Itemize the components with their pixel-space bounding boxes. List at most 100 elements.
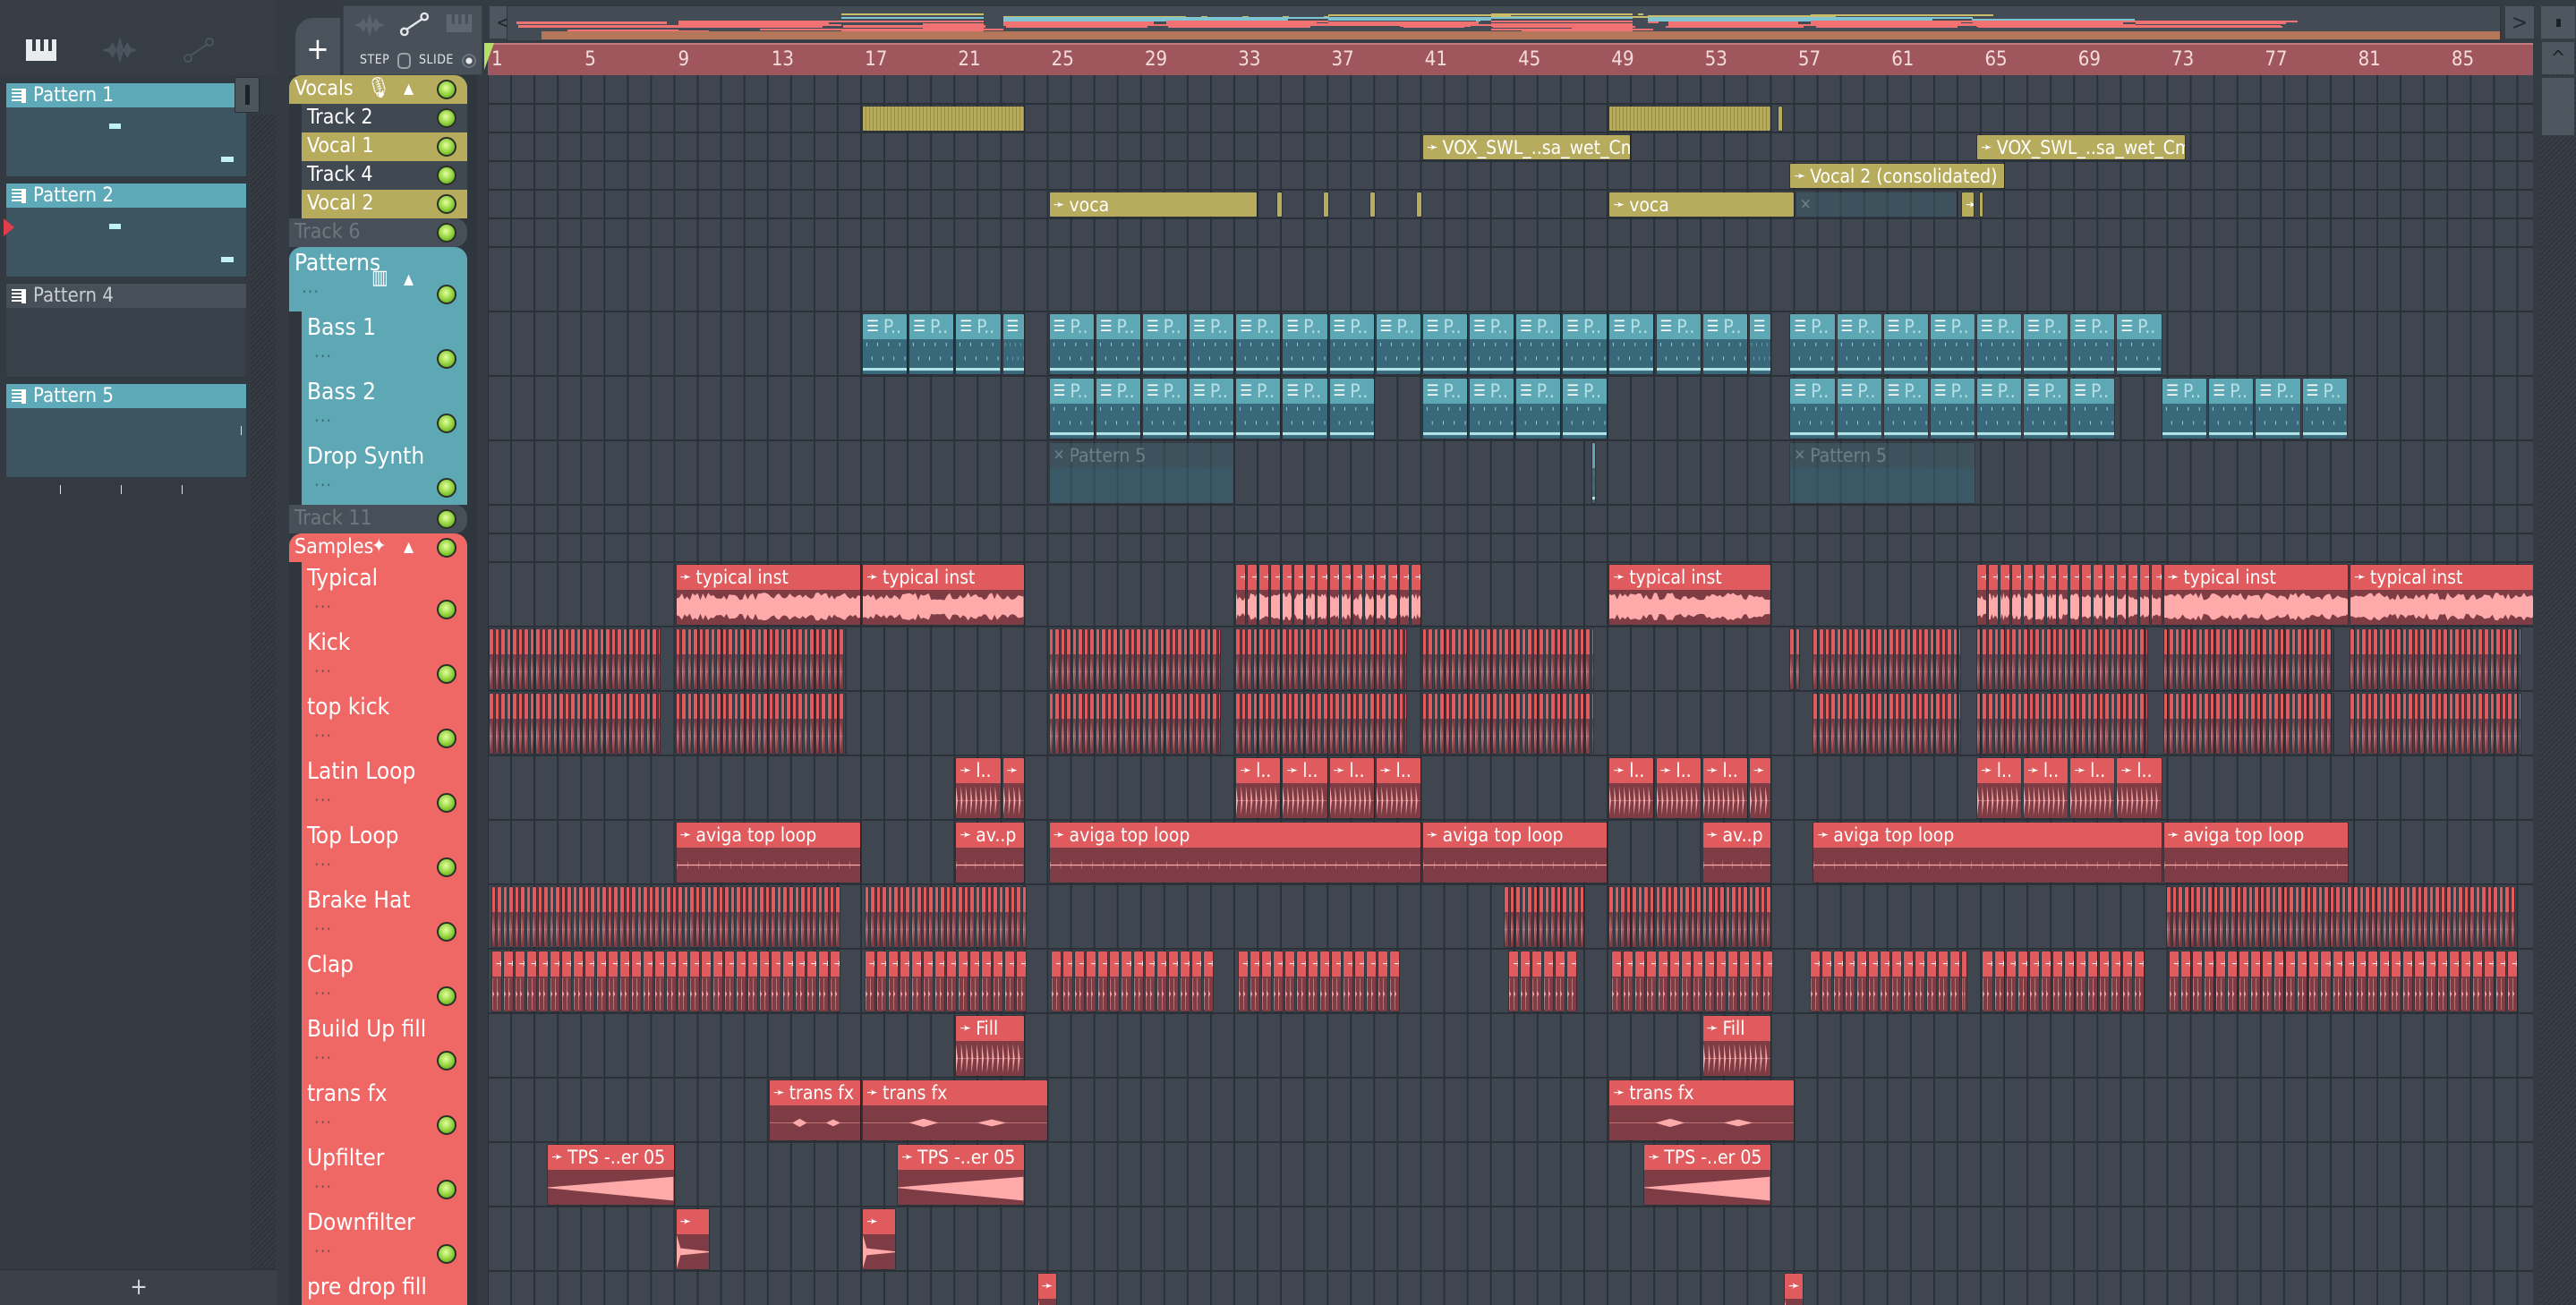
audio-clip[interactable] (622, 628, 628, 690)
track-mute-led[interactable] (437, 729, 456, 748)
clip-header[interactable] (525, 694, 528, 719)
audio-clip[interactable]: ➛ (1975, 564, 1987, 626)
clip-header[interactable] (2076, 629, 2080, 654)
track-name[interactable]: Latin Loop (302, 755, 415, 788)
clip-header[interactable] (1190, 694, 1193, 719)
audio-clip[interactable] (1521, 693, 1527, 755)
clip-header[interactable] (2179, 887, 2183, 912)
audio-clip[interactable]: ➛ (1249, 951, 1260, 1012)
clip-header[interactable] (1662, 887, 1666, 912)
clip-header[interactable]: ➛ (2140, 565, 2150, 590)
clip-header[interactable]: ➛ (900, 951, 909, 977)
clip-header[interactable] (2313, 887, 2316, 912)
audio-clip[interactable]: ➛l.. (1655, 757, 1702, 819)
clip-header[interactable] (2128, 694, 2133, 719)
audio-clip[interactable] (2352, 886, 2358, 948)
audio-clip[interactable]: ➛ (2332, 951, 2343, 1012)
audio-clip[interactable] (1515, 628, 1521, 690)
audio-clip[interactable]: ➛ (2308, 951, 2320, 1012)
track-name[interactable]: Top Loop (302, 820, 399, 852)
track-name[interactable]: trans fx (302, 1078, 388, 1110)
audio-clip[interactable] (1736, 886, 1743, 948)
clip-header[interactable] (1446, 629, 1450, 654)
clip-header[interactable] (1259, 629, 1263, 654)
audio-clip[interactable]: ➛ (2471, 951, 2483, 1012)
audio-clip[interactable] (2046, 628, 2051, 690)
clip-header[interactable] (1370, 192, 1375, 217)
audio-clip[interactable] (721, 628, 728, 690)
clip-header[interactable] (1463, 629, 1468, 654)
clip-header[interactable] (1394, 629, 1397, 654)
audio-clip[interactable]: ➛ (2023, 564, 2034, 626)
clip-header[interactable] (1475, 629, 1480, 654)
clip-header[interactable] (2449, 694, 2453, 719)
clip-header[interactable]: ➛l.. (1656, 758, 1701, 783)
clip-header[interactable] (1130, 694, 1135, 719)
clip-header[interactable]: ➛ (2437, 951, 2447, 977)
clip-header[interactable]: ☰P.. (2302, 379, 2347, 404)
clip-header[interactable] (1072, 629, 1077, 654)
clip-header[interactable]: ➛l.. (956, 758, 1001, 783)
audio-clip[interactable]: ➛ (618, 951, 631, 1012)
track-name[interactable]: Clap (302, 949, 354, 981)
add-track-button[interactable]: + (295, 18, 340, 75)
clip-header[interactable] (705, 629, 709, 654)
clip-header[interactable]: ☰P.. (1883, 314, 1928, 339)
audio-clip[interactable] (1935, 693, 1941, 755)
clip-header[interactable] (2374, 694, 2377, 719)
clip-header[interactable] (2318, 887, 2323, 912)
clip-header[interactable] (2379, 629, 2384, 654)
playhead-marker[interactable] (484, 43, 504, 70)
clip-header[interactable] (1906, 629, 1911, 654)
audio-clip[interactable] (1445, 628, 1451, 690)
clip-header[interactable] (2467, 694, 2471, 719)
audio-clip[interactable] (729, 886, 736, 948)
clip-header[interactable]: ➛ (1087, 951, 1096, 977)
audio-clip[interactable] (739, 628, 745, 690)
pattern-clip[interactable]: ☰P.. (1562, 378, 1608, 439)
clip-header[interactable]: ➛ (1891, 951, 1901, 977)
audio-clip[interactable] (2262, 693, 2267, 755)
clip-header[interactable] (752, 629, 755, 654)
audio-clip[interactable] (1574, 886, 1579, 948)
audio-clip[interactable]: ➛ (2495, 951, 2507, 1012)
audio-clip[interactable] (1748, 886, 1754, 948)
audio-clip[interactable] (660, 886, 666, 948)
audio-clip[interactable] (1789, 628, 1795, 690)
audio-clip[interactable] (1083, 693, 1089, 755)
audio-clip[interactable]: ➛ (1987, 564, 2000, 626)
clip-header[interactable] (695, 887, 700, 912)
clip-header[interactable] (1568, 887, 1573, 912)
audio-clip[interactable]: ➛ (1375, 564, 1386, 626)
clip-header[interactable] (588, 629, 593, 654)
audio-clip[interactable] (587, 628, 593, 690)
audio-clip[interactable] (2227, 693, 2232, 755)
audio-clip[interactable] (1071, 693, 1078, 755)
audio-clip[interactable] (648, 886, 654, 948)
audio-clip[interactable]: ➛ (1867, 951, 1879, 1012)
audio-clip[interactable] (1089, 628, 1095, 690)
audio-clip[interactable]: ➛ aviga top loop (1813, 822, 2162, 883)
audio-clip[interactable] (2454, 693, 2460, 755)
clip-header[interactable] (2295, 887, 2299, 912)
audio-clip[interactable] (1509, 693, 1515, 755)
audio-clip[interactable] (809, 693, 815, 755)
clip-header[interactable] (490, 694, 493, 719)
clip-header[interactable] (1522, 629, 1526, 654)
clip-header[interactable] (2184, 887, 2188, 912)
piano-roll-icon[interactable] (446, 13, 473, 37)
clip-header[interactable] (676, 694, 680, 719)
clip-header[interactable] (1609, 107, 1770, 131)
clip-header[interactable] (2371, 887, 2376, 912)
clip-header[interactable] (2291, 694, 2296, 719)
audio-clip[interactable]: ➛ (2343, 951, 2355, 1012)
clip-header[interactable] (734, 629, 738, 654)
audio-clip[interactable] (1106, 628, 1113, 690)
audio-clip[interactable]: ➛ (1520, 951, 1531, 1012)
track-options-dots[interactable]: ... (314, 1106, 332, 1128)
pattern-clip[interactable]: ☰P.. (1328, 313, 1375, 375)
audio-clip[interactable]: ➛ (1343, 951, 1354, 1012)
clip-header[interactable]: ➛ (1332, 951, 1342, 977)
audio-clip[interactable]: ➛l.. (2069, 757, 2116, 819)
clip-header[interactable] (775, 629, 779, 654)
